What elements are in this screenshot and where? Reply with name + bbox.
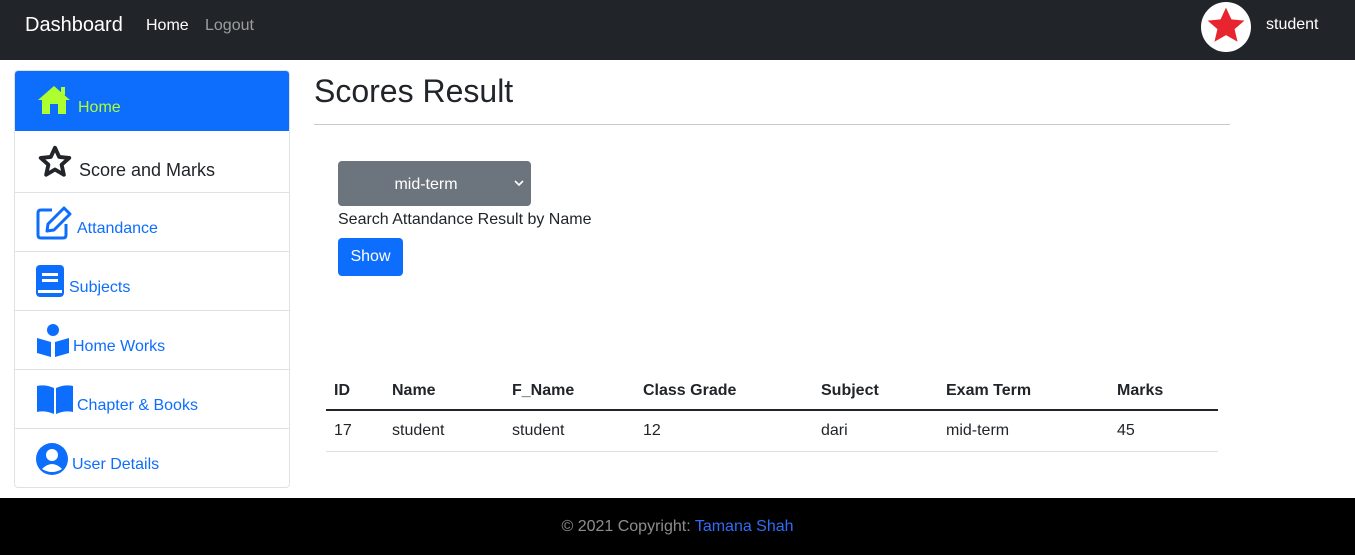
cell-subject: dari	[813, 410, 938, 452]
page-title: Scores Result	[314, 73, 514, 109]
nav-logout-link[interactable]: Logout	[205, 17, 254, 35]
sidebar-item-label: Score and Marks	[79, 160, 216, 180]
reader-icon	[36, 323, 70, 362]
sidebar-item-user-details[interactable]: User Details	[15, 429, 289, 487]
exam-term-select[interactable]: mid-term	[338, 161, 531, 206]
column-header-name: Name	[384, 373, 504, 411]
sidebar-item-subjects[interactable]: Subjects	[15, 252, 289, 311]
brand-link[interactable]: Dashboard	[25, 14, 123, 37]
top-navbar: Dashboard Home Logout student	[0, 0, 1355, 60]
sidebar-item-label: Home Works	[73, 338, 166, 355]
copyright-text: © 2021 Copyright:	[561, 518, 695, 535]
sidebar-item-label: Chapter & Books	[77, 397, 198, 414]
column-header-id: ID	[326, 373, 384, 411]
cell-id: 17	[326, 410, 384, 452]
footer-copyright: © 2021 Copyright: Tamana Shah	[0, 518, 1355, 536]
book-icon	[36, 265, 64, 302]
sidebar-item-label: Attandance	[77, 220, 158, 237]
cell-exam-term: mid-term	[938, 410, 1109, 452]
nav-home-link[interactable]: Home	[146, 17, 189, 35]
sidebar-item-label: Subjects	[69, 279, 131, 296]
username[interactable]: student	[1266, 16, 1318, 34]
table-row: 17 student student 12 dari mid-term 45	[326, 410, 1218, 452]
user-circle-icon	[36, 443, 68, 480]
sidebar-item-score-and-marks[interactable]: Score and Marks	[15, 131, 289, 193]
column-header-exam-term: Exam Term	[938, 373, 1109, 411]
sidebar-item-home[interactable]: Home	[15, 71, 289, 131]
column-header-marks: Marks	[1109, 373, 1218, 411]
sidebar-item-chapter-books[interactable]: Chapter & Books	[15, 370, 289, 429]
avatar[interactable]	[1201, 2, 1251, 52]
house-icon	[36, 84, 72, 121]
star-outline-icon	[36, 144, 74, 185]
star-icon	[1207, 7, 1245, 42]
cell-f-name: student	[504, 410, 635, 452]
column-header-subject: Subject	[813, 373, 938, 411]
title-divider	[314, 124, 1230, 125]
sidebar-item-label: User Details	[72, 456, 160, 473]
column-header-f-name: F_Name	[504, 373, 635, 411]
column-header-class-grade: Class Grade	[635, 373, 813, 411]
sidebar-item-attandance[interactable]: Attandance	[15, 193, 289, 252]
copyright-owner-link[interactable]: Tamana Shah	[695, 518, 794, 535]
cell-class-grade: 12	[635, 410, 813, 452]
cell-marks: 45	[1109, 410, 1218, 452]
sidebar-item-label: Home	[78, 99, 121, 116]
footer: © 2021 Copyright: Tamana Shah	[0, 498, 1355, 555]
open-book-icon	[36, 384, 74, 419]
exam-term-select-value: mid-term	[394, 176, 458, 193]
search-help-text: Search Attandance Result by Name	[338, 211, 592, 228]
sidebar-item-home-works[interactable]: Home Works	[15, 311, 289, 370]
edit-icon	[36, 206, 72, 245]
table-header-row: ID Name F_Name Class Grade Subject Exam …	[326, 373, 1218, 411]
chevron-down-icon	[514, 180, 524, 187]
sidebar: Home Score and Marks Attandance Subjects…	[14, 70, 290, 488]
show-button[interactable]: Show	[338, 238, 403, 276]
cell-name: student	[384, 410, 504, 452]
scores-table: ID Name F_Name Class Grade Subject Exam …	[326, 373, 1218, 452]
